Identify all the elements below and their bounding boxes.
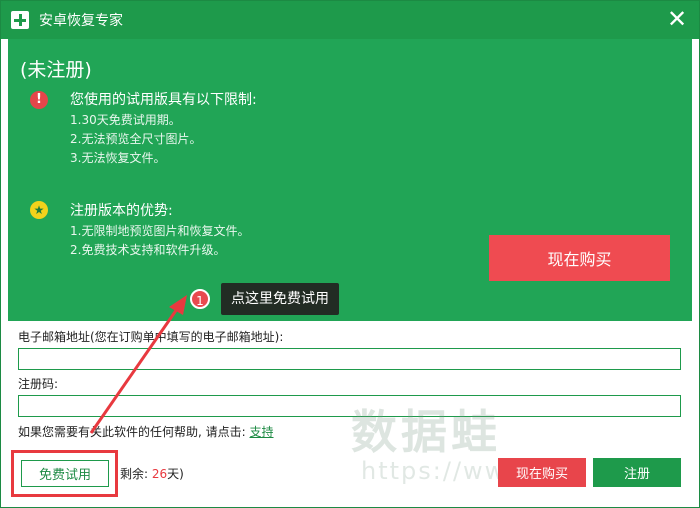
list-item: 2.免费技术支持和软件升级。 <box>70 243 226 257</box>
list-item: 2.无法预览全尺寸图片。 <box>70 132 202 146</box>
remaining-prefix: 剩余: <box>120 467 152 481</box>
remaining-days: 26 <box>151 467 168 481</box>
email-field[interactable] <box>18 348 681 370</box>
benefits-list: 1.无限制地预览图片和恢复文件。 2.免费技术支持和软件升级。 <box>70 222 249 260</box>
free-trial-button[interactable]: 免费试用 <box>21 460 109 487</box>
buy-now-button-large[interactable]: 现在购买 <box>489 235 670 281</box>
close-button[interactable]: ✕ <box>665 7 689 32</box>
step-number-badge: 1 <box>190 289 210 309</box>
app-plus-icon <box>11 11 29 29</box>
remaining-suffix: 天) <box>167 467 184 481</box>
callout-tooltip: 点这里免费试用 <box>221 283 339 315</box>
register-button[interactable]: 注册 <box>593 458 681 487</box>
registration-status: (未注册) <box>20 59 92 81</box>
star-icon: ★ <box>30 201 48 219</box>
remaining-days-text: 剩余: 26天) <box>120 465 184 482</box>
register-dialog: 安卓恢复专家 ✕ (未注册) ! 您使用的试用版具有以下限制: 1.30天免费试… <box>0 0 700 508</box>
benefits-heading: 注册版本的优势: <box>70 203 173 219</box>
registration-code-field[interactable] <box>18 395 681 417</box>
support-link[interactable]: 支持 <box>250 425 274 439</box>
limits-heading: 您使用的试用版具有以下限制: <box>70 92 257 108</box>
code-label: 注册码: <box>18 377 59 391</box>
title-bar: 安卓恢复专家 ✕ <box>1 1 699 39</box>
list-item: 1.30天免费试用期。 <box>70 113 181 127</box>
list-item: 3.无法恢复文件。 <box>70 151 166 165</box>
action-bar: 免费试用 剩余: 26天) 现在购买 注册 <box>1 446 699 508</box>
buy-now-button[interactable]: 现在购买 <box>498 458 586 487</box>
limits-list: 1.30天免费试用期。 2.无法预览全尺寸图片。 3.无法恢复文件。 <box>70 111 201 168</box>
window-title: 安卓恢复专家 <box>39 13 123 29</box>
warning-icon: ! <box>30 91 48 109</box>
trial-info-banner: (未注册) ! 您使用的试用版具有以下限制: 1.30天免费试用期。 2.无法预… <box>8 39 692 321</box>
email-label: 电子邮箱地址(您在订购单中填写的电子邮箱地址): <box>18 330 284 344</box>
list-item: 1.无限制地预览图片和恢复文件。 <box>70 224 250 238</box>
help-prefix: 如果您需要有关此软件的任何帮助, 请点击: <box>18 425 250 439</box>
